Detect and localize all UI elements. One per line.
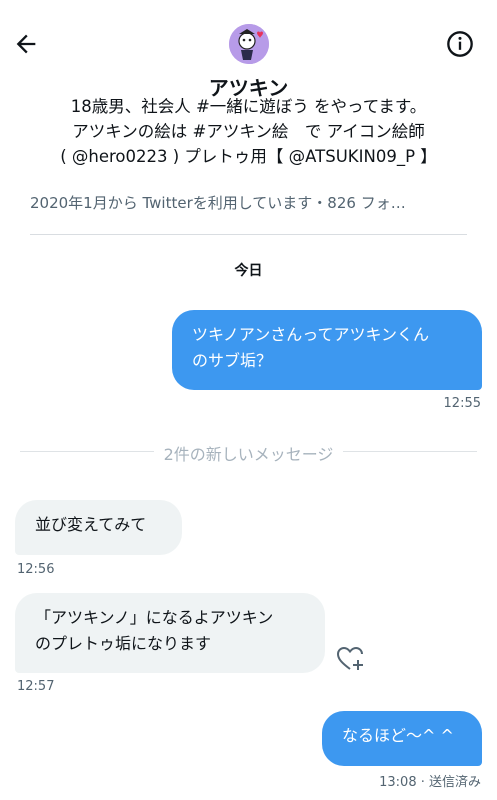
react-button[interactable] xyxy=(336,645,366,673)
heart-plus-icon xyxy=(336,646,363,670)
conversation-info-button[interactable] xyxy=(446,30,474,58)
avatar[interactable] xyxy=(229,24,269,64)
message-bubble-outgoing[interactable]: ツキノアンさんってアツキンくん のサブ垢？ xyxy=(172,310,482,390)
divider xyxy=(30,234,467,235)
back-button[interactable] xyxy=(12,30,40,58)
new-messages-label: 2件の新しいメッセージ xyxy=(0,441,497,465)
date-separator: 今日 xyxy=(234,263,263,279)
message-timestamp: 12:56 xyxy=(17,562,55,577)
avatar-illustration xyxy=(229,24,269,64)
message-bubble-incoming[interactable]: 「アツキンノ」になるよアツキン のプレトゥ垢になります xyxy=(15,593,325,673)
profile-meta[interactable]: 2020年1月から Twitterを利用しています・826 フォ… xyxy=(30,192,470,213)
message-bubble-outgoing[interactable]: なるほど〜^ ^ xyxy=(322,711,482,766)
message-status: 13:08 · 送信済み xyxy=(379,775,481,790)
message-timestamp: 12:57 xyxy=(17,679,55,694)
new-messages-label-text: 2件の新しいメッセージ xyxy=(153,445,344,464)
profile-bio: 18歳男、社会人 #一緒に遊ぼう をやってます。 アツキンの絵は #アツキン絵 … xyxy=(60,97,437,166)
arrow-left-icon xyxy=(16,34,36,54)
info-circle-icon xyxy=(447,31,473,57)
message-bubble-incoming[interactable]: 並び変えてみて xyxy=(15,500,182,555)
message-timestamp: 12:55 xyxy=(443,396,481,411)
